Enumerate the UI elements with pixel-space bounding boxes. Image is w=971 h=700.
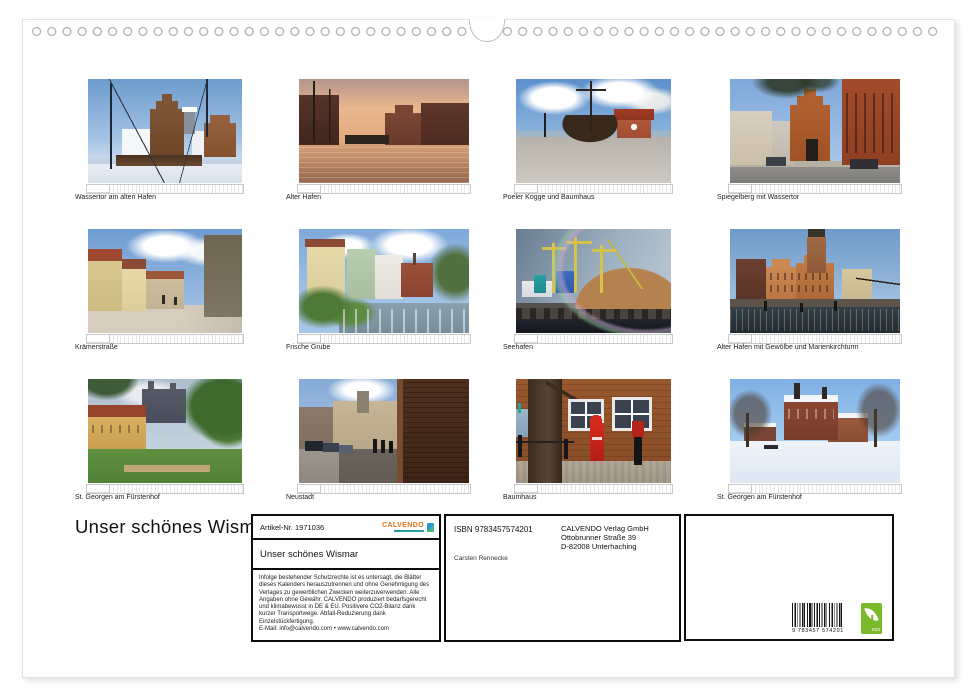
article-number-row: Artikel-Nr. 1971036 CALVENDO — [253, 516, 439, 540]
thumbnail-photo — [88, 79, 242, 183]
mini-calendar-month-label — [515, 335, 538, 343]
legal-text: Infolge bestehender Schutzrechte ist es … — [259, 575, 433, 626]
thumbnail-photo — [88, 379, 242, 483]
article-info-box: Artikel-Nr. 1971036 CALVENDO Unser schön… — [251, 514, 441, 642]
thumbnail-photo — [88, 229, 242, 333]
barcode-digits: 9 783457 574201 — [786, 628, 850, 634]
mini-calendar-month-label — [87, 485, 110, 493]
barcode: 9 783457 574201 — [786, 603, 856, 634]
mini-calendar-strip — [297, 334, 471, 344]
thumbnail-caption: Spiegelberg mit Wassertor — [717, 194, 799, 201]
eco-label: eco — [872, 627, 880, 633]
mini-calendar-month-label — [87, 185, 110, 193]
thumbnail-caption: Alter Hafen mit Gewölbe und Marienkircht… — [717, 344, 859, 351]
thumbnail-photo — [299, 79, 469, 183]
thumbnail-photo — [730, 379, 900, 483]
mini-calendar-strip — [86, 334, 244, 344]
mini-calendar-strip — [297, 184, 471, 194]
mini-calendar-strip — [86, 184, 244, 194]
mini-calendar-strip — [514, 334, 673, 344]
mini-calendar-strip — [728, 184, 902, 194]
thumbnail-photo — [730, 229, 900, 333]
thumbnail-baumhaus: Baumhaus — [503, 379, 693, 511]
barcode-box: 9 783457 574201 eco — [684, 514, 894, 641]
thumbnail-wassertor-am-alten-hafen: Wassertor am alten Hafen — [75, 79, 265, 211]
mini-calendar-month-label — [515, 485, 538, 493]
calvendo-logo-text-stack: CALVENDO — [382, 522, 424, 532]
publisher-box: ISBN 9783457574201 CALVENDO Verlag GmbH … — [444, 514, 681, 642]
thumbnail-caption: Frische Grube — [286, 344, 330, 351]
thumbnail-caption: Baumhaus — [503, 494, 536, 501]
mini-calendar-strip — [297, 484, 471, 494]
mini-calendar-month-label — [515, 185, 538, 193]
eco-icon: eco — [861, 603, 882, 634]
thumbnail-photo — [299, 229, 469, 333]
mini-calendar-month-label — [87, 335, 110, 343]
thumbnail-seehafen: Seehafen — [503, 229, 693, 361]
thumbnail-caption: Seehafen — [503, 344, 533, 351]
thumbnail-photo — [730, 79, 900, 183]
publisher-address: CALVENDO Verlag GmbH Ottobrunner Straße … — [561, 524, 649, 551]
thumbnail-st-georgen-am-fuerstenhof: St. Georgen am Fürstenhof — [75, 379, 265, 511]
thumbnail-caption: Alter Hafen — [286, 194, 321, 201]
mini-calendar-month-label — [298, 485, 321, 493]
thumbnail-caption: St. Georgen am Fürstenhof — [717, 494, 802, 501]
thumbnail-caption: Wassertor am alten Hafen — [75, 194, 156, 201]
calendar-back-page: Wassertor am alten Hafen Alter Hafen Poe… — [22, 19, 955, 678]
mini-calendar-month-label — [729, 485, 752, 493]
thumbnail-alter-hafen: Alter Hafen — [286, 79, 476, 211]
publisher-address-line: CALVENDO Verlag GmbH — [561, 524, 649, 533]
thumbnail-poeler-kogge-und-baumhaus: Poeler Kogge und Baumhaus — [503, 79, 693, 211]
thumbnail-caption: St. Georgen am Fürstenhof — [75, 494, 160, 501]
legal-text-block: Infolge bestehender Schutzrechte ist es … — [253, 570, 439, 638]
thumbnail-photo — [516, 229, 671, 333]
thumbnail-alter-hafen-mit-gewoelbe: Alter Hafen mit Gewölbe und Marienkircht… — [717, 229, 907, 361]
mini-calendar-strip — [86, 484, 244, 494]
calvendo-logo-tagline — [394, 530, 424, 532]
calendar-title: Unser schönes Wismar — [253, 540, 439, 570]
leaf-icon — [864, 606, 878, 623]
mini-calendar-month-label — [298, 185, 321, 193]
thumbnail-spiegelberg-mit-wassertor: Spiegelberg mit Wassertor — [717, 79, 907, 211]
calvendo-logo-icon — [427, 523, 434, 532]
calvendo-logo: CALVENDO — [382, 522, 434, 532]
calendar-product-image: Wassertor am alten Hafen Alter Hafen Poe… — [0, 0, 971, 700]
thumbnail-photo — [299, 379, 469, 483]
barcode-bars — [792, 603, 844, 627]
thumbnail-caption: Neustadt — [286, 494, 314, 501]
mini-calendar-strip — [728, 484, 902, 494]
thumbnail-photo — [516, 79, 671, 183]
calvendo-logo-text: CALVENDO — [382, 522, 424, 529]
mini-calendar-strip — [514, 484, 673, 494]
author-name: Carsten Rennecke — [454, 555, 508, 562]
mini-calendar-month-label — [298, 335, 321, 343]
thumbnail-caption: Krämerstraße — [75, 344, 118, 351]
thumbnail-frische-grube: Frische Grube — [286, 229, 476, 361]
article-number: Artikel-Nr. 1971036 — [260, 523, 324, 532]
mini-calendar-strip — [728, 334, 902, 344]
thumbnail-caption: Poeler Kogge und Baumhaus — [503, 194, 594, 201]
thumbnail-photo — [516, 379, 671, 483]
isbn: ISBN 9783457574201 — [454, 525, 533, 534]
mini-calendar-month-label — [729, 335, 752, 343]
contact-line: E-Mail: info@calvendo.com • www.calvendo… — [259, 626, 433, 633]
thumbnail-kraemerstrasse: Krämerstraße — [75, 229, 265, 361]
publisher-address-line: D-82008 Unterhaching — [561, 542, 649, 551]
thumb-notch — [469, 19, 505, 42]
mini-calendar-strip — [514, 184, 673, 194]
thumbnail-neustadt: Neustadt — [286, 379, 476, 511]
thumbnail-st-georgen-winter: St. Georgen am Fürstenhof — [717, 379, 907, 511]
publisher-address-line: Ottobrunner Straße 39 — [561, 533, 649, 542]
mini-calendar-month-label — [729, 185, 752, 193]
page-title: Unser schönes Wismar — [75, 516, 272, 538]
